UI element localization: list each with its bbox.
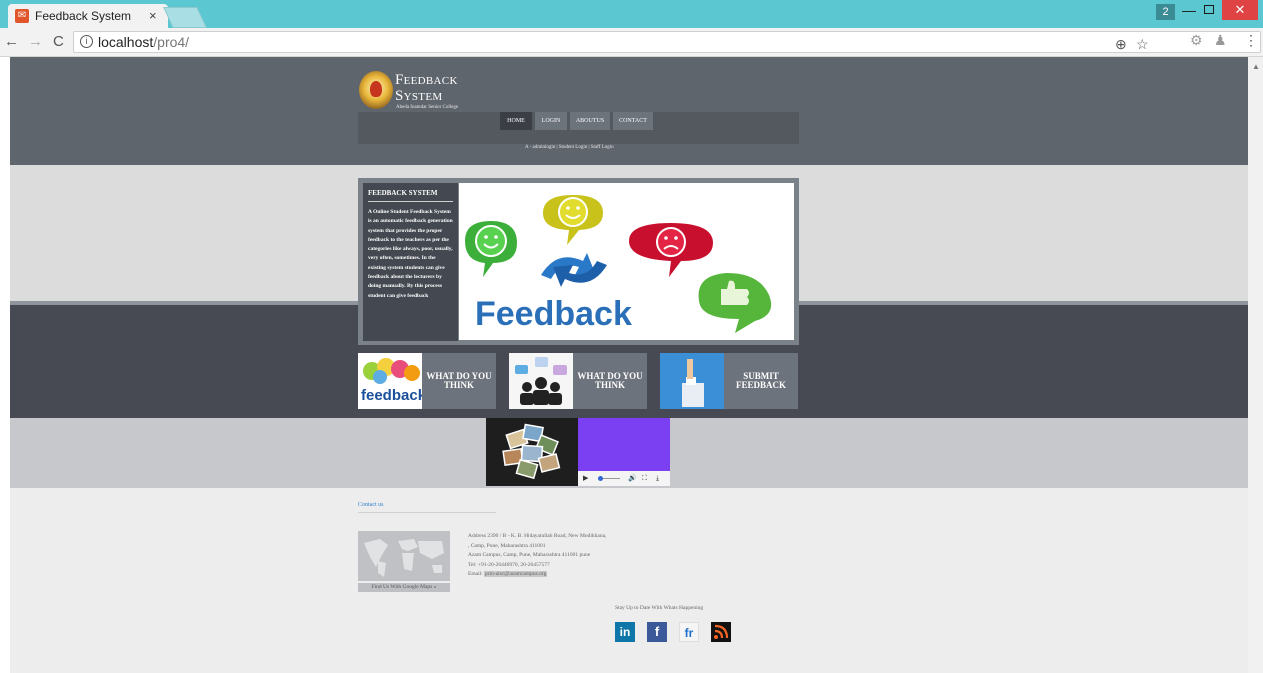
play-icon[interactable]: ▶: [583, 474, 588, 482]
card-label: WHAT DO YOU THINK: [577, 371, 643, 390]
tab-title: Feedback System: [35, 9, 132, 23]
back-button[interactable]: ←: [4, 33, 19, 50]
rss-icon[interactable]: [711, 622, 731, 642]
photo-gallery[interactable]: [486, 418, 578, 486]
friendfeed-icon[interactable]: fr: [679, 622, 699, 642]
url-text: localhost/pro4/: [98, 34, 190, 50]
browser-toolbar: ← → C i localhost/pro4/ ⊕ ☆ ⚙ ♟ ⋮: [0, 28, 1263, 57]
card-label: SUBMIT FEEDBACK: [735, 371, 786, 390]
nav-contact[interactable]: CONTACT: [613, 112, 653, 130]
info-icon[interactable]: i: [80, 35, 93, 48]
reload-button[interactable]: C: [53, 33, 64, 50]
card-image-word: feedback: [361, 387, 422, 404]
close-button[interactable]: ✕: [1222, 0, 1258, 20]
facebook-icon[interactable]: f: [647, 622, 667, 642]
page-scrollbar[interactable]: ▲: [1248, 57, 1263, 673]
nav-home[interactable]: HOME: [500, 112, 532, 130]
bookmark-star-icon[interactable]: ☆: [1136, 36, 1149, 53]
hero-text-box: FEEDBACK SYSTEM A Online Student Feedbac…: [363, 183, 458, 341]
feedback-illustration: Feedback: [465, 195, 772, 333]
card-image: [660, 353, 724, 409]
browser-tab[interactable]: ✉ Feedback System ×: [8, 4, 168, 28]
video-controls: ▶ 🔊 ⛶ ⤓: [578, 471, 670, 486]
google-maps-link[interactable]: Find Us With Google Maps »: [358, 583, 450, 592]
world-map[interactable]: [358, 531, 450, 581]
extension-icon-2[interactable]: ♟: [1214, 32, 1227, 49]
menu-icon[interactable]: ⋮: [1244, 32, 1258, 49]
page-viewport: Feedback System Abeda Inamdar Senior Col…: [10, 57, 1248, 673]
card-image: [509, 353, 573, 409]
card-image: feedback: [358, 353, 422, 409]
seek-handle[interactable]: [598, 476, 603, 481]
phone-line: Tel: +91-20-26446970, 20-26457577: [468, 561, 550, 568]
card-what-do-you-think-1[interactable]: feedback WHAT DO YOU THINK: [358, 353, 496, 409]
title-bar: ✉ Feedback System × 2 — ✕: [0, 0, 1263, 28]
college-logo[interactable]: [359, 71, 393, 109]
hero-description: A Online Student Feedback System is an a…: [368, 209, 453, 299]
banner-word: Feedback: [475, 295, 632, 333]
scroll-up-icon[interactable]: ▲: [1252, 62, 1260, 71]
card-label: WHAT DO YOU THINK: [426, 371, 492, 390]
login-links[interactable]: A - adminlogin | Student Login | Staff L…: [525, 145, 614, 150]
main-nav: HOME LOGIN ABOUTUS CONTACT: [358, 112, 799, 144]
address-bar[interactable]: i localhost/pro4/ ⊕ ☆: [73, 31, 1261, 53]
college-name: Abeda Inamdar Senior College: [396, 105, 459, 110]
brand-title-line2: System: [395, 88, 443, 104]
nav-login[interactable]: LOGIN: [535, 112, 567, 130]
address-block: Address 2390 / B - K. B. Hidayatullah Ro…: [468, 532, 606, 580]
zoom-icon[interactable]: ⊕: [1115, 36, 1127, 53]
contact-heading[interactable]: Contact us: [358, 502, 384, 508]
favicon-icon: ✉: [15, 9, 29, 23]
video-player[interactable]: ▶ 🔊 ⛶ ⤓: [578, 418, 670, 486]
download-icon[interactable]: ⤓: [656, 474, 659, 483]
address-line: Azam Campus, Camp, Pune, Maharashtra 411…: [468, 552, 591, 558]
fullscreen-icon[interactable]: ⛶: [642, 474, 647, 483]
new-tab-button[interactable]: [163, 7, 207, 28]
brand-title-line1: Feedback: [395, 72, 458, 88]
volume-icon[interactable]: 🔊: [628, 474, 637, 482]
maximize-button[interactable]: [1204, 5, 1214, 14]
header-band: [10, 57, 1248, 165]
hero-panel: FEEDBACK SYSTEM A Online Student Feedbac…: [358, 178, 799, 345]
address-line: Address 2390 / B - K. B. Hidayatullah Ro…: [468, 533, 607, 539]
minimize-button[interactable]: —: [1182, 2, 1196, 18]
browser-window: ✉ Feedback System × 2 — ✕ ← → C i localh…: [0, 0, 1263, 673]
stay-updated-text: Stay Up to Date With Whats Happening: [615, 605, 704, 611]
tab-close-icon[interactable]: ×: [149, 8, 157, 23]
profile-icon[interactable]: 2: [1156, 4, 1175, 20]
contact-divider: [358, 512, 496, 513]
card-submit-feedback[interactable]: SUBMIT FEEDBACK: [660, 353, 798, 409]
nav-aboutus[interactable]: ABOUTUS: [570, 112, 610, 130]
linkedin-icon[interactable]: in: [615, 622, 635, 642]
hero-heading: FEEDBACK SYSTEM: [368, 189, 453, 202]
feedback-banner-image: Feedback: [459, 183, 794, 340]
card-what-do-you-think-2[interactable]: WHAT DO YOU THINK: [509, 353, 647, 409]
email-line: Email: prin-aisc@azamcampus.org: [468, 571, 548, 577]
extension-icon[interactable]: ⚙: [1190, 32, 1203, 49]
email-link[interactable]: prin-aisc@azamcampus.org: [484, 571, 548, 577]
address-line: , Camp, Pune, Maharashtra 411001: [468, 542, 546, 549]
forward-button[interactable]: →: [28, 33, 43, 50]
